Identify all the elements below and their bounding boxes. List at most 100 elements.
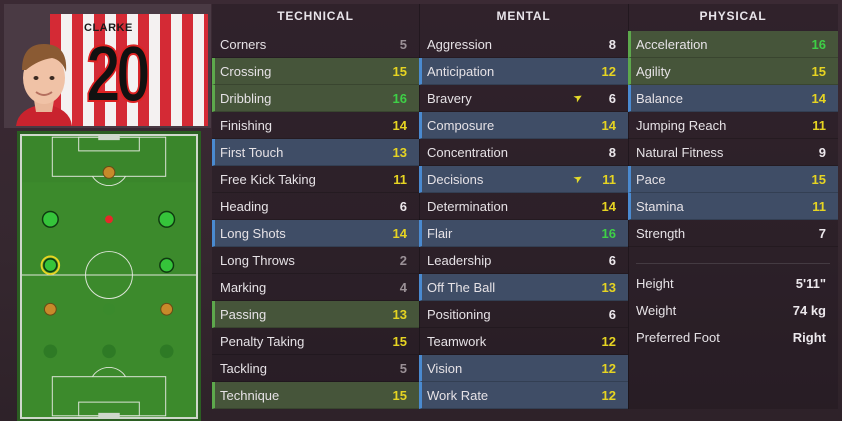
attribute-value: 5 [399, 361, 407, 376]
attribute-name: Natural Fitness [636, 145, 724, 160]
shirt-number: 20 [85, 29, 151, 118]
attribute-value: 6 [608, 91, 616, 106]
attribute-name: Dribbling [220, 91, 272, 106]
attribute-row[interactable]: Composure 14 [419, 112, 628, 139]
attribute-value: 6 [399, 199, 407, 214]
attribute-name: Leadership [427, 253, 492, 268]
attribute-row[interactable]: Passing 13 [212, 301, 419, 328]
attribute-name: Flair [427, 226, 453, 241]
attribute-row[interactable]: Decisions ➤ 11 [419, 166, 628, 193]
trend-arrow-icon: ➤ [571, 171, 586, 187]
attribute-name: First Touch [220, 145, 284, 160]
attribute-value: 11 [393, 172, 407, 187]
attribute-name: Teamwork [427, 334, 487, 349]
attribute-name: Bravery [427, 91, 472, 106]
player-avatar[interactable] [8, 30, 80, 126]
technical-column: TECHNICAL Corners 5 Crossing 15 Dribbling 16 F… [212, 4, 419, 409]
attribute-row[interactable]: Determination 14 [419, 193, 628, 220]
attribute-name: Technique [220, 388, 280, 403]
attribute-value: 11 [602, 172, 616, 187]
attribute-name: Work Rate [427, 388, 489, 403]
attribute-value: 5 [399, 37, 407, 52]
player-panel: CLARKE 20 [4, 4, 211, 419]
physical-column: PHYSICAL Acceleration 16 Agility 15 Balance 1… [628, 4, 838, 409]
attribute-row[interactable]: Finishing 14 [212, 112, 419, 139]
attribute-row[interactable]: Vision 12 [419, 355, 628, 382]
attribute-value: 12 [601, 388, 616, 403]
attribute-row[interactable]: Leadership 6 [419, 247, 628, 274]
attribute-row[interactable]: Off The Ball 13 [419, 274, 628, 301]
attribute-value: 15 [392, 334, 407, 349]
attribute-name: Passing [220, 307, 267, 322]
attribute-row[interactable]: Tackling 5 [212, 355, 419, 382]
attribute-row[interactable]: Agility 15 [628, 58, 838, 85]
trend-arrow-icon: ➤ [571, 90, 586, 106]
mental-header: MENTAL [496, 9, 551, 23]
attribute-row[interactable]: Long Shots 14 [212, 220, 419, 247]
attribute-row[interactable]: Crossing 15 [212, 58, 419, 85]
attribute-name: Long Throws [220, 253, 295, 268]
attribute-value: 16 [811, 37, 826, 52]
attribute-row[interactable]: Balance 14 [628, 85, 838, 112]
attribute-name: Composure [427, 118, 495, 133]
attribute-value: 8 [608, 37, 616, 52]
attribute-row[interactable]: Work Rate 12 [419, 382, 628, 409]
attribute-row[interactable]: Strength 7 [628, 220, 838, 247]
mental-column: MENTAL Aggression 8 Anticipation 12 Bravery ➤… [419, 4, 628, 409]
info-value: Right [792, 330, 826, 345]
attribute-name: Decisions [427, 172, 484, 187]
attribute-name: Off The Ball [427, 280, 496, 295]
info-value: 5'11" [795, 276, 826, 291]
attribute-value: 6 [608, 307, 616, 322]
attribute-row[interactable]: Corners 5 [212, 31, 419, 58]
attribute-value: 12 [601, 334, 616, 349]
attribute-value: 14 [811, 91, 826, 106]
attribute-row[interactable]: Dribbling 16 [212, 85, 419, 112]
attribute-row[interactable]: Jumping Reach 11 [628, 112, 838, 139]
attribute-row[interactable]: Concentration 8 [419, 139, 628, 166]
attribute-row[interactable]: Heading 6 [212, 193, 419, 220]
attribute-row[interactable]: Stamina 11 [628, 193, 838, 220]
attribute-value: 8 [608, 145, 616, 160]
attribute-value: 15 [392, 64, 407, 79]
attribute-value: 13 [392, 307, 407, 322]
attribute-row[interactable]: First Touch 13 [212, 139, 419, 166]
attribute-name: Pace [636, 172, 666, 187]
pitch-diagram [22, 136, 196, 417]
attribute-name: Positioning [427, 307, 491, 322]
attribute-row[interactable]: Acceleration 16 [628, 31, 838, 58]
attribute-name: Long Shots [220, 226, 286, 241]
attribute-row[interactable]: Marking 4 [212, 274, 419, 301]
attribute-name: Aggression [427, 37, 493, 52]
attribute-value: 14 [392, 118, 407, 133]
attribute-name: Concentration [427, 145, 508, 160]
position-pitch[interactable] [20, 134, 198, 419]
attribute-row[interactable]: Natural Fitness 9 [628, 139, 838, 166]
info-label: Weight [636, 303, 677, 318]
attribute-value: 14 [601, 118, 616, 133]
info-label: Height [636, 276, 674, 291]
attribute-row[interactable]: Aggression 8 [419, 31, 628, 58]
attribute-row[interactable]: Anticipation 12 [419, 58, 628, 85]
attribute-name: Marking [220, 280, 267, 295]
attribute-row[interactable]: Teamwork 12 [419, 328, 628, 355]
attribute-value: 14 [392, 226, 407, 241]
attribute-row[interactable]: Bravery ➤ 6 [419, 85, 628, 112]
physical-rows: Acceleration 16 Agility 15 Balance 14 Jumping … [628, 31, 838, 351]
mental-rows: Aggression 8 Anticipation 12 Bravery ➤ 6 Compos… [419, 31, 628, 409]
attribute-row[interactable]: Pace 15 [628, 166, 838, 193]
attribute-row[interactable]: Free Kick Taking 11 [212, 166, 419, 193]
attribute-value: 7 [818, 226, 826, 241]
attribute-value: 16 [392, 91, 407, 106]
attribute-name: Agility [636, 64, 671, 79]
attribute-row[interactable]: Flair 16 [419, 220, 628, 247]
attribute-row[interactable]: Positioning 6 [419, 301, 628, 328]
info-label: Preferred Foot [636, 330, 720, 345]
attribute-row[interactable]: Penalty Taking 15 [212, 328, 419, 355]
attribute-value: 2 [399, 253, 407, 268]
attribute-value: 16 [601, 226, 616, 241]
attribute-row[interactable]: Technique 15 [212, 382, 419, 409]
attribute-row[interactable]: Long Throws 2 [212, 247, 419, 274]
attribute-name: Vision [427, 361, 463, 376]
attribute-value: 15 [811, 172, 826, 187]
